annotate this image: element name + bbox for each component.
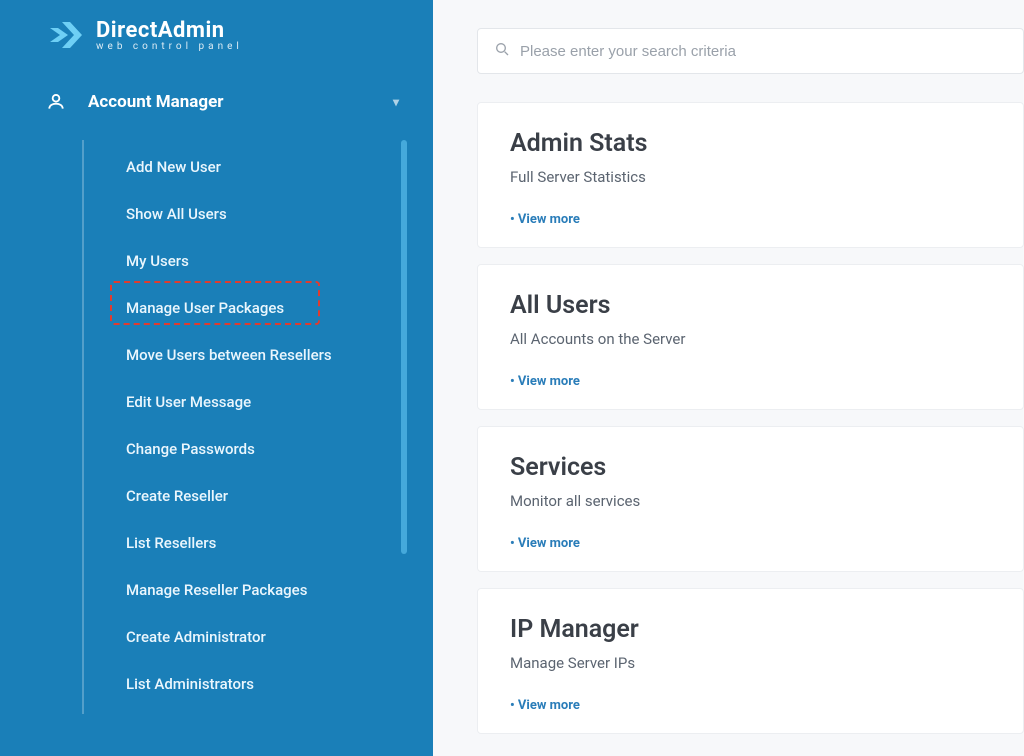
nav-submenu: Add New UserShow All UsersMy UsersManage… xyxy=(82,140,403,714)
search-box[interactable] xyxy=(477,28,1024,74)
chevron-down-icon: ▾ xyxy=(393,95,399,109)
brand-logo-icon xyxy=(48,18,86,52)
brand-row: DirectAdmin web control panel xyxy=(0,18,433,52)
brand-subtitle: web control panel xyxy=(96,41,243,52)
view-more-link[interactable]: View more xyxy=(510,698,991,713)
view-more-link[interactable]: View more xyxy=(510,374,991,389)
sidebar-item[interactable]: Create Reseller xyxy=(126,473,403,520)
sidebar-item[interactable]: Manage User Packages xyxy=(126,285,403,332)
cards-container: Admin Stats Full Server Statistics View mo… xyxy=(477,102,1024,734)
search-input[interactable] xyxy=(520,43,1007,60)
nav-section-header[interactable]: Account Manager ▾ xyxy=(46,92,403,112)
brand-title: DirectAdmin xyxy=(96,18,243,43)
card-title: All Users xyxy=(510,291,991,320)
dashboard-card: Admin Stats Full Server Statistics View mo… xyxy=(477,102,1024,248)
view-more-link[interactable]: View more xyxy=(510,536,991,551)
sidebar-item[interactable]: Change Passwords xyxy=(126,426,403,473)
nav-section: Account Manager ▾ Add New UserShow All U… xyxy=(0,92,433,714)
search-icon xyxy=(494,41,510,61)
sidebar-item[interactable]: Manage Reseller Packages xyxy=(126,567,403,614)
sidebar-item[interactable]: Show All Users xyxy=(126,191,403,238)
view-more-link[interactable]: View more xyxy=(510,212,991,227)
dashboard-card: All Users All Accounts on the Server View … xyxy=(477,264,1024,410)
nav-section-label: Account Manager xyxy=(88,92,224,112)
card-title: Admin Stats xyxy=(510,129,991,158)
sidebar: DirectAdmin web control panel Account Ma… xyxy=(0,0,433,756)
card-subtitle: Monitor all services xyxy=(510,492,991,510)
brand-text: DirectAdmin web control panel xyxy=(96,18,243,52)
main-content: Admin Stats Full Server Statistics View mo… xyxy=(433,0,1024,756)
card-subtitle: Manage Server IPs xyxy=(510,654,991,672)
sidebar-item[interactable]: Add New User xyxy=(126,144,403,191)
sidebar-item[interactable]: List Administrators xyxy=(126,661,403,708)
sidebar-item[interactable]: Create Administrator xyxy=(126,614,403,661)
sidebar-item[interactable]: Move Users between Resellers xyxy=(126,332,403,379)
user-icon xyxy=(46,92,66,112)
highlight-annotation xyxy=(110,281,320,325)
dashboard-card: Services Monitor all services View more xyxy=(477,426,1024,572)
card-subtitle: All Accounts on the Server xyxy=(510,330,991,348)
dashboard-card: IP Manager Manage Server IPs View more xyxy=(477,588,1024,734)
sidebar-item[interactable]: List Resellers xyxy=(126,520,403,567)
sidebar-item[interactable]: Edit User Message xyxy=(126,379,403,426)
card-subtitle: Full Server Statistics xyxy=(510,168,991,186)
card-title: IP Manager xyxy=(510,615,991,644)
sidebar-item[interactable]: My Users xyxy=(126,238,403,285)
card-title: Services xyxy=(510,453,991,482)
